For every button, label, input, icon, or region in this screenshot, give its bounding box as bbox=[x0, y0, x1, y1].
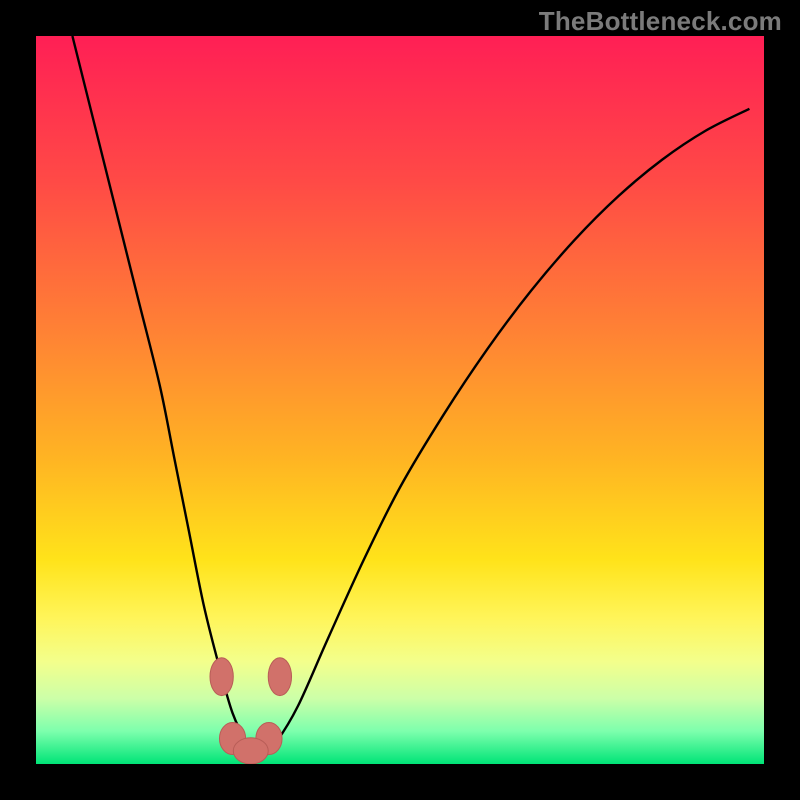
plot-svg bbox=[36, 36, 764, 764]
curve-marker bbox=[210, 658, 233, 696]
outer-frame: TheBottleneck.com bbox=[0, 0, 800, 800]
watermark-text: TheBottleneck.com bbox=[539, 6, 782, 37]
curve-marker bbox=[233, 738, 268, 764]
plot-area bbox=[36, 36, 764, 764]
curve-marker bbox=[268, 658, 291, 696]
gradient-background bbox=[36, 36, 764, 764]
